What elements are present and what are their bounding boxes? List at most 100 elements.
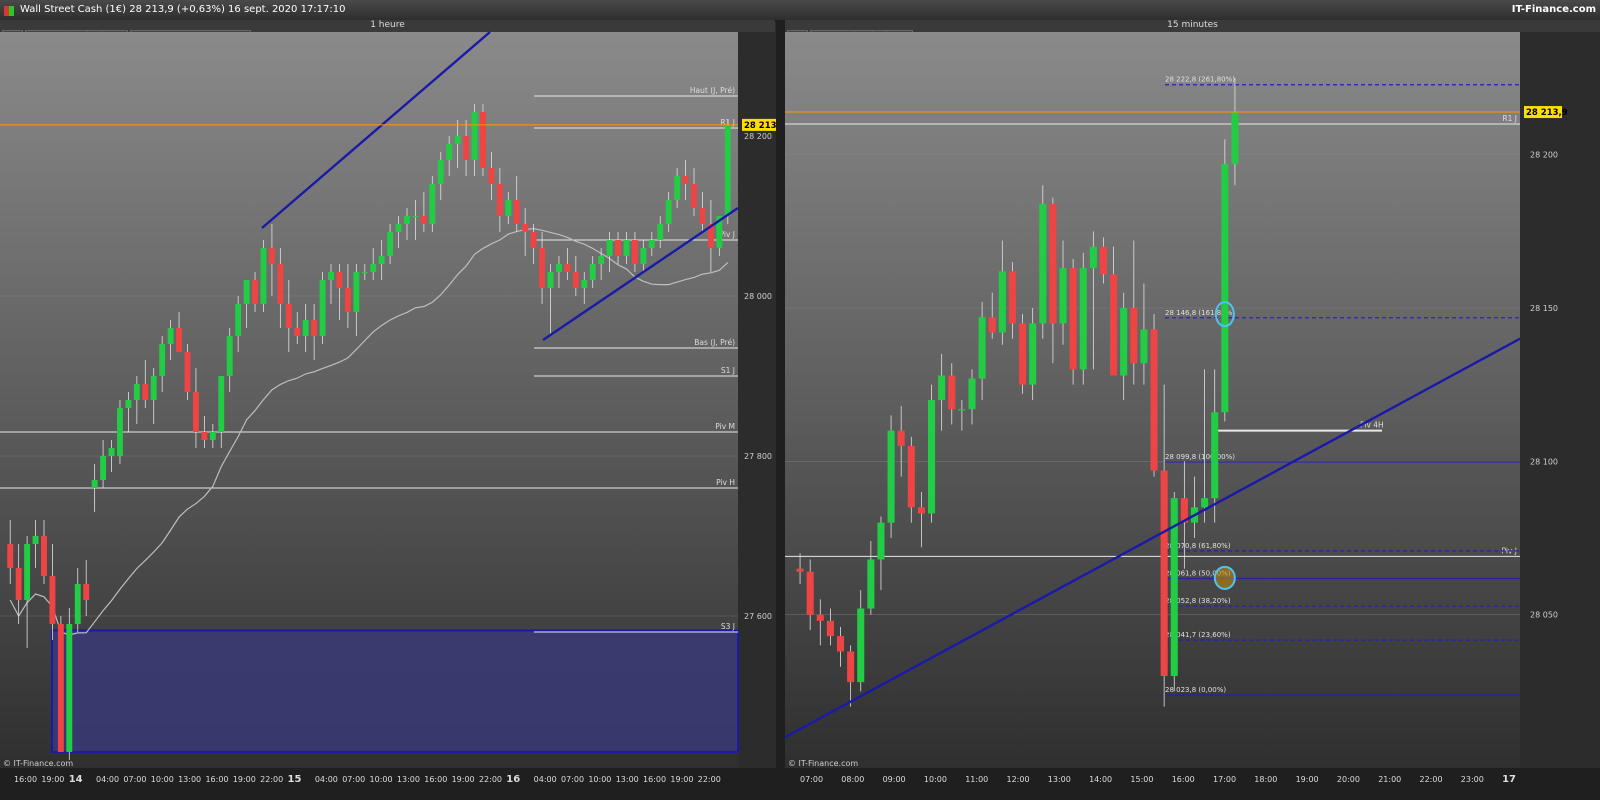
legend-recent-orders[interactable]: Ordres exécutés récents	[24, 30, 129, 41]
left-candle-body	[159, 344, 166, 376]
left-candle-body	[336, 272, 343, 288]
left-level-label: Piv J	[720, 230, 735, 239]
fibo-label: 28 041,7 (23,60%)	[1165, 631, 1231, 639]
left-candle-body	[463, 136, 470, 160]
legend-moving-average[interactable]: Moyenne mobile (Simple 50)	[130, 30, 252, 41]
left-candle-body	[192, 392, 199, 432]
left-candle-body	[66, 624, 73, 752]
left-candle-body	[547, 272, 554, 288]
right-y-tick-label: 28 050	[1530, 611, 1558, 620]
left-candle-body	[522, 224, 529, 232]
left-x-tick-label: 16	[506, 774, 520, 785]
left-x-tick-label: 16:00	[14, 775, 37, 784]
left-x-tick-label: 19:00	[670, 775, 693, 784]
left-candle-body	[133, 384, 140, 400]
left-y-tick-label: 28 200	[744, 132, 772, 141]
legend-price[interactable]: Prix	[787, 30, 808, 41]
right-candle-body	[978, 317, 986, 379]
left-candle-body	[142, 384, 149, 400]
right-candle-body	[958, 409, 966, 411]
left-level-label: Bas (J, Pré)	[694, 338, 735, 347]
left-candle-body	[598, 256, 605, 264]
left-x-tick-label: 22:00	[260, 775, 283, 784]
left-legend: Prix Ordres exécutés récents Moyenne mob…	[2, 30, 252, 41]
left-candle-body	[387, 232, 394, 256]
left-candle-body	[471, 112, 478, 160]
right-x-tick-label: 12:00	[1007, 775, 1030, 784]
right-x-tick-label: 10:00	[924, 775, 947, 784]
moving-average-line	[9, 228, 729, 636]
left-candle-body	[404, 216, 410, 224]
right-candle-body	[847, 651, 855, 683]
right-candle-body	[897, 430, 905, 446]
right-candle-body	[1130, 308, 1138, 364]
left-candle-body	[302, 320, 309, 336]
right-x-tick-label: 09:00	[883, 775, 906, 784]
time-axis-bar	[0, 768, 1600, 800]
window-header: Wall Street Cash (1€) 28 213,9 (+0,63%) …	[0, 0, 1600, 21]
left-candle-body	[167, 328, 174, 344]
left-candle-body	[665, 200, 672, 224]
left-demand-zone	[51, 629, 739, 754]
right-candle-body	[1160, 470, 1168, 676]
left-candle-body	[361, 272, 368, 274]
right-watermark: © IT-Finance.com	[788, 759, 858, 768]
left-chart: 28 200 28 000 27 800 27 600 Haut (J, Pré) R1 …	[0, 31, 786, 785]
left-candle-body	[15, 568, 22, 600]
right-x-tick-label: 16:00	[1172, 775, 1195, 784]
right-x-tick-label: 18:00	[1254, 775, 1277, 784]
left-candle-body	[657, 224, 664, 240]
left-candle-body	[184, 352, 191, 392]
right-candle-body	[1211, 412, 1219, 499]
left-candle-body	[353, 272, 360, 312]
left-candle-body	[117, 408, 123, 456]
left-candle-body	[150, 376, 157, 400]
left-candle-body	[480, 112, 486, 168]
left-candle-body	[606, 240, 613, 256]
fibo-label: 28 099,8 (100,00%)	[1165, 453, 1235, 461]
chart-canvas[interactable]: 28 200 28 000 27 800 27 600 Haut (J, Pré) R1 …	[0, 0, 1600, 800]
left-candle-body	[201, 432, 208, 440]
left-candle-body	[7, 544, 14, 568]
left-candle-body	[41, 536, 47, 576]
right-candle-body	[1008, 271, 1016, 324]
left-watermark: © IT-Finance.com	[3, 759, 73, 768]
left-candle-body	[623, 240, 630, 256]
left-candle-body	[648, 240, 655, 248]
left-x-tick-label: 10:00	[370, 775, 393, 784]
left-candle-body	[328, 272, 334, 280]
left-candle-body	[446, 144, 453, 160]
left-level-label: S1 J	[721, 366, 735, 375]
right-candle-body	[1231, 112, 1239, 164]
left-candle-body	[49, 576, 56, 624]
right-x-tick-label: 08:00	[841, 775, 864, 784]
right-candle-body	[1059, 268, 1067, 324]
left-candle-body	[24, 544, 31, 600]
right-candle-body	[1049, 203, 1057, 324]
left-candle-body	[370, 264, 377, 272]
right-candle-body	[998, 271, 1006, 333]
left-candle-body	[235, 304, 242, 336]
left-candle-body	[252, 280, 258, 304]
right-candle-body	[1180, 498, 1188, 523]
left-x-tick-label: 19:00	[452, 775, 475, 784]
right-candle-body	[1110, 274, 1118, 376]
left-x-tick-label: 16:00	[643, 775, 666, 784]
right-candle-body	[1029, 323, 1037, 385]
left-candle-body	[260, 248, 267, 304]
legend-price[interactable]: Prix	[2, 30, 23, 41]
right-candle-body	[968, 378, 976, 410]
left-x-tick-label: 19:00	[233, 775, 256, 784]
legend-recent-orders[interactable]: Ordres exécutés récents	[809, 30, 914, 41]
left-level-label: S3 J	[721, 622, 735, 631]
fibo-label: 28 222,8 (261,80%)	[1165, 76, 1235, 84]
left-candle-body	[108, 448, 115, 456]
right-candle-body	[927, 400, 936, 514]
right-candle-body	[836, 636, 845, 652]
left-candle-body	[311, 320, 318, 336]
left-candle-body	[378, 256, 385, 264]
right-legend: Prix Ordres exécutés récents	[787, 30, 914, 41]
left-x-tick-label: 13:00	[397, 775, 420, 784]
right-candle-body	[1120, 308, 1128, 376]
brand-logo[interactable]: IT-Finance.com	[1512, 4, 1596, 15]
